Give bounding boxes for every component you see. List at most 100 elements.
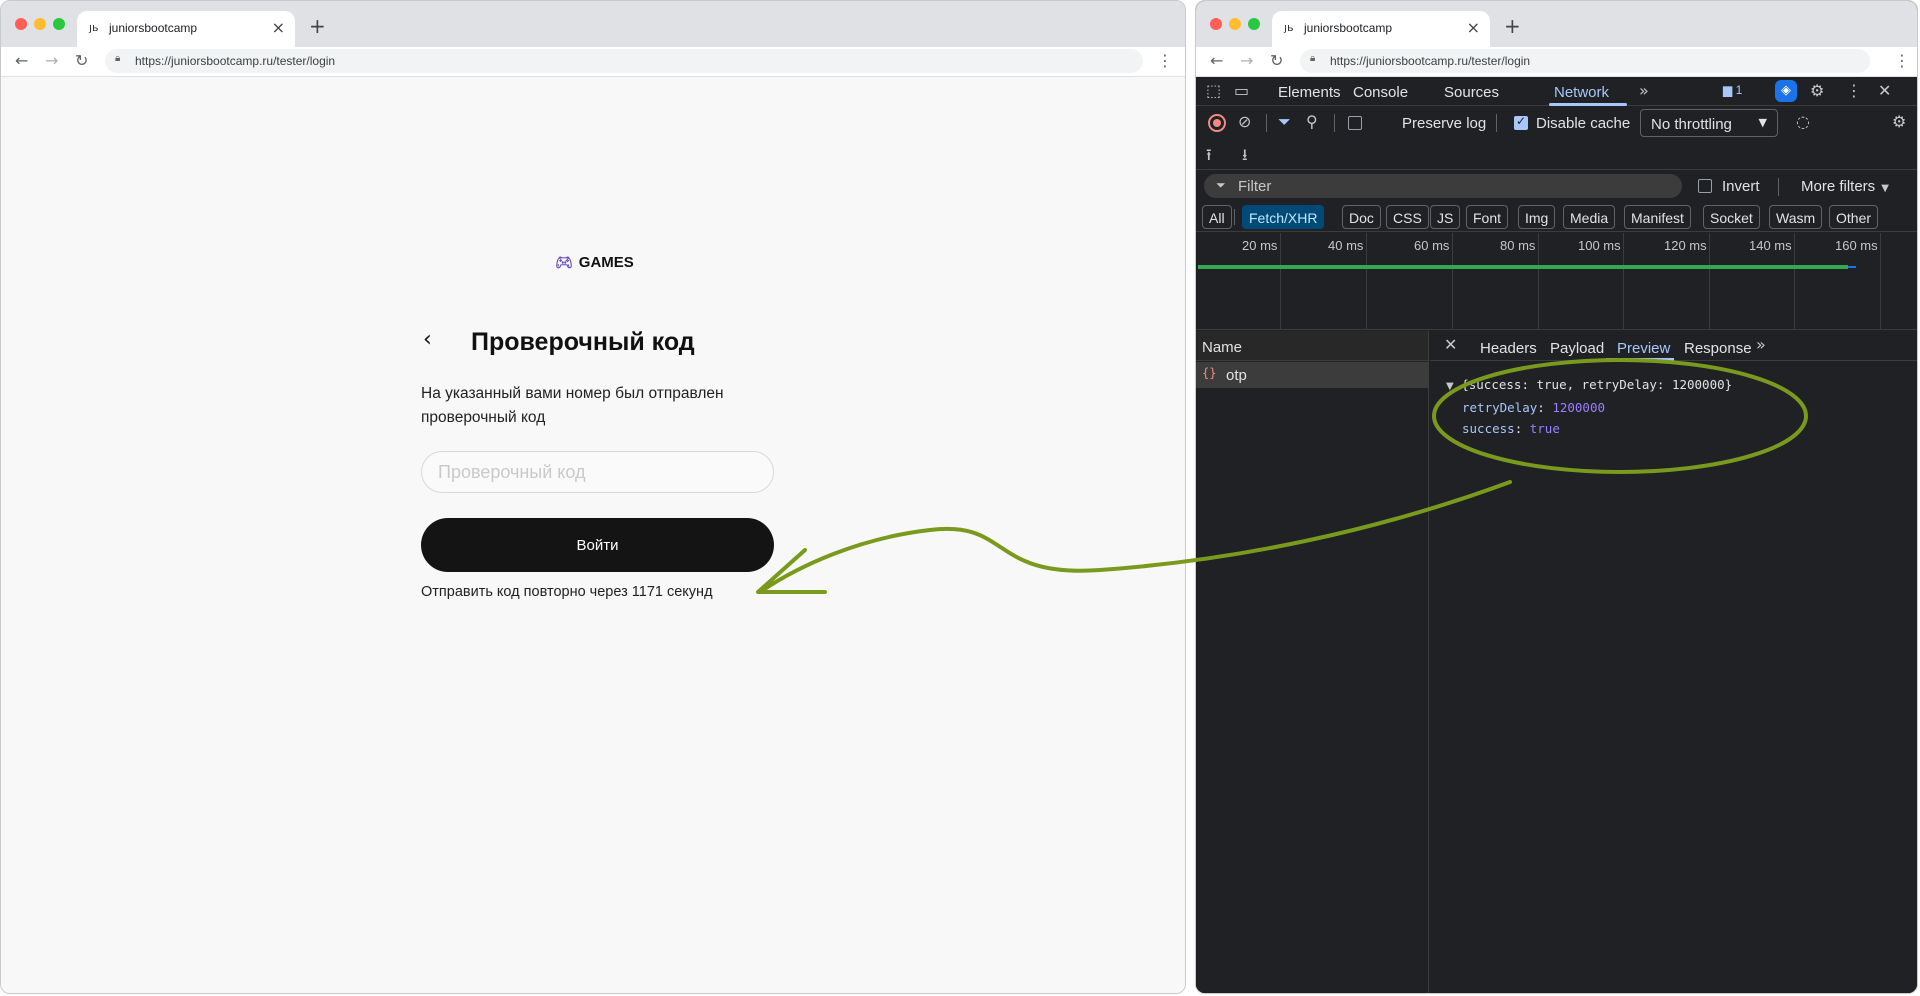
network-toolbar: ⊘ ⏷ ⚲ Preserve log Disable cache No thro…: [1196, 106, 1917, 140]
divider: [1266, 114, 1267, 132]
maximize-window-button[interactable]: [1248, 18, 1260, 30]
type-chip-fetch-xhr[interactable]: Fetch/XHR: [1242, 205, 1325, 229]
json-row: success: true: [1462, 421, 1560, 436]
type-chip-js[interactable]: JS: [1430, 205, 1461, 229]
type-chip-wasm[interactable]: Wasm: [1769, 205, 1823, 229]
more-detail-tabs-icon[interactable]: »: [1756, 335, 1766, 354]
type-chip-img[interactable]: Img: [1518, 205, 1556, 229]
tab-close-icon[interactable]: ×: [1467, 18, 1480, 37]
brand-logo[interactable]: 🎮︎ GAMES: [555, 254, 634, 271]
timeline-gridline: [1880, 233, 1881, 330]
issues-badge[interactable]: ▆ 1: [1723, 83, 1742, 97]
more-tabs-icon[interactable]: »: [1639, 81, 1649, 100]
url-text[interactable]: https://juniorsbootcamp.ru/tester/login: [1330, 54, 1530, 68]
browser-tab[interactable]: ȷь juniorsbootcamp ×: [77, 11, 295, 47]
tab-preview[interactable]: Preview: [1617, 340, 1670, 357]
type-chip-font[interactable]: Font: [1466, 205, 1509, 229]
type-chip-other[interactable]: Other: [1829, 205, 1879, 229]
ai-assistance-icon[interactable]: ◈: [1775, 80, 1797, 102]
inspect-element-icon[interactable]: ⬚: [1206, 81, 1221, 100]
type-chip-socket[interactable]: Socket: [1703, 205, 1760, 229]
timeline-gridline: [1452, 233, 1453, 330]
reload-icon[interactable]: ↻: [1270, 51, 1283, 70]
tab-headers[interactable]: Headers: [1480, 340, 1537, 357]
login-button[interactable]: Войти: [421, 518, 774, 572]
throttling-select[interactable]: No throttling ▼: [1640, 109, 1778, 137]
browser-menu-icon[interactable]: ⋮: [1894, 51, 1910, 70]
network-overview-timeline[interactable]: 20 ms 40 ms 60 ms 80 ms 100 ms 120 ms 14…: [1196, 233, 1917, 330]
json-summary-row[interactable]: ▼ {success: true, retryDelay: 1200000}: [1446, 374, 1732, 397]
filter-icon[interactable]: ⏷: [1278, 112, 1291, 132]
devtools-panel: ⬚ ▭ Elements Console Sources Network » ▆…: [1196, 78, 1917, 993]
device-toolbar-icon[interactable]: ▭: [1234, 81, 1249, 100]
clear-icon[interactable]: ⊘: [1238, 112, 1251, 131]
minimize-window-button[interactable]: [34, 18, 46, 30]
close-detail-icon[interactable]: ✕: [1444, 335, 1457, 354]
tab-console[interactable]: Console: [1353, 84, 1408, 101]
devtools-menu-icon[interactable]: ⋮: [1846, 81, 1862, 100]
lock-icon[interactable]: 🔒︎: [1310, 53, 1315, 64]
close-window-button[interactable]: [1210, 18, 1222, 30]
tab-sources[interactable]: Sources: [1444, 84, 1499, 101]
new-tab-icon[interactable]: +: [309, 14, 326, 38]
close-devtools-icon[interactable]: ✕: [1878, 81, 1891, 100]
type-chip-manifest[interactable]: Manifest: [1624, 205, 1691, 229]
type-chip-all[interactable]: All: [1202, 205, 1232, 229]
expand-triangle-icon[interactable]: ▼: [1446, 381, 1454, 392]
record-icon[interactable]: [1208, 114, 1226, 132]
name-column-header[interactable]: Name: [1196, 331, 1428, 361]
otp-code-input[interactable]: [421, 451, 774, 493]
download-icon[interactable]: ⭳: [1242, 144, 1248, 171]
tab-close-icon[interactable]: ×: [272, 18, 285, 37]
timeline-gridline: [1366, 233, 1367, 330]
settings-icon[interactable]: ⚙: [1810, 81, 1824, 100]
invert-checkbox[interactable]: [1698, 179, 1712, 193]
minimize-window-button[interactable]: [1229, 18, 1241, 30]
resend-countdown: Отправить код повторно через 1171 секунд: [421, 584, 713, 600]
url-text[interactable]: https://juniorsbootcamp.ru/tester/login: [135, 54, 335, 68]
type-chip-doc[interactable]: Doc: [1342, 205, 1381, 229]
divider: [1334, 114, 1335, 132]
more-filters-dropdown[interactable]: More filters ▼: [1801, 178, 1889, 195]
tab-response[interactable]: Response: [1684, 340, 1752, 357]
new-tab-icon[interactable]: +: [1504, 14, 1521, 38]
type-chip-media[interactable]: Media: [1563, 205, 1616, 229]
filter-input[interactable]: [1238, 174, 1658, 198]
back-arrow-icon[interactable]: ←: [1210, 51, 1223, 70]
tab-payload[interactable]: Payload: [1550, 340, 1604, 357]
request-row[interactable]: {} otp: [1196, 362, 1428, 388]
active-detail-tab-indicator: [1606, 358, 1674, 361]
omnibox[interactable]: 🔒︎ https://juniorsbootcamp.ru/tester/log…: [1300, 49, 1870, 73]
upload-icon[interactable]: ⭱: [1206, 144, 1212, 171]
back-chevron-icon[interactable]: ‹: [423, 327, 432, 352]
omnibox[interactable]: 🔒︎ https://juniorsbootcamp.ru/tester/log…: [105, 49, 1143, 73]
disable-cache-label: Disable cache: [1536, 115, 1631, 132]
maximize-window-button[interactable]: [53, 18, 65, 30]
network-settings-icon[interactable]: ⚙: [1892, 112, 1906, 131]
request-list: Name {} otp: [1196, 331, 1429, 993]
search-icon[interactable]: ⚲: [1306, 112, 1318, 131]
tab-network[interactable]: Network: [1554, 84, 1609, 101]
filter-box[interactable]: ⏷: [1204, 174, 1682, 198]
back-arrow-icon[interactable]: ←: [15, 51, 28, 70]
reload-icon[interactable]: ↻: [75, 51, 88, 70]
network-conditions-icon[interactable]: ◌: [1796, 112, 1810, 131]
timeline-tick-label: 160 ms: [1835, 238, 1878, 253]
tab-title: juniorsbootcamp: [109, 21, 198, 35]
lock-icon[interactable]: 🔒︎: [115, 53, 120, 64]
browser-menu-icon[interactable]: ⋮: [1157, 51, 1173, 70]
browser-tab[interactable]: ȷь juniorsbootcamp ×: [1272, 11, 1490, 47]
timeline-tick-label: 140 ms: [1749, 238, 1792, 253]
otp-description: На указанный вами номер был отправлен пр…: [421, 385, 724, 426]
disable-cache-checkbox[interactable]: [1514, 114, 1528, 130]
timeline-tick-label: 80 ms: [1500, 238, 1536, 253]
type-chip-css[interactable]: CSS: [1386, 205, 1429, 229]
tab-elements[interactable]: Elements: [1278, 84, 1341, 101]
preserve-log-checkbox[interactable]: [1348, 116, 1362, 130]
left-browser-window: ȷь juniorsbootcamp × + ← → ↻ 🔒︎ https://…: [0, 0, 1186, 994]
close-window-button[interactable]: [15, 18, 27, 30]
more-filters-label: More filters: [1801, 178, 1876, 195]
forward-arrow-icon[interactable]: →: [45, 51, 58, 70]
issues-icon: ▆: [1723, 83, 1736, 97]
forward-arrow-icon[interactable]: →: [1240, 51, 1253, 70]
